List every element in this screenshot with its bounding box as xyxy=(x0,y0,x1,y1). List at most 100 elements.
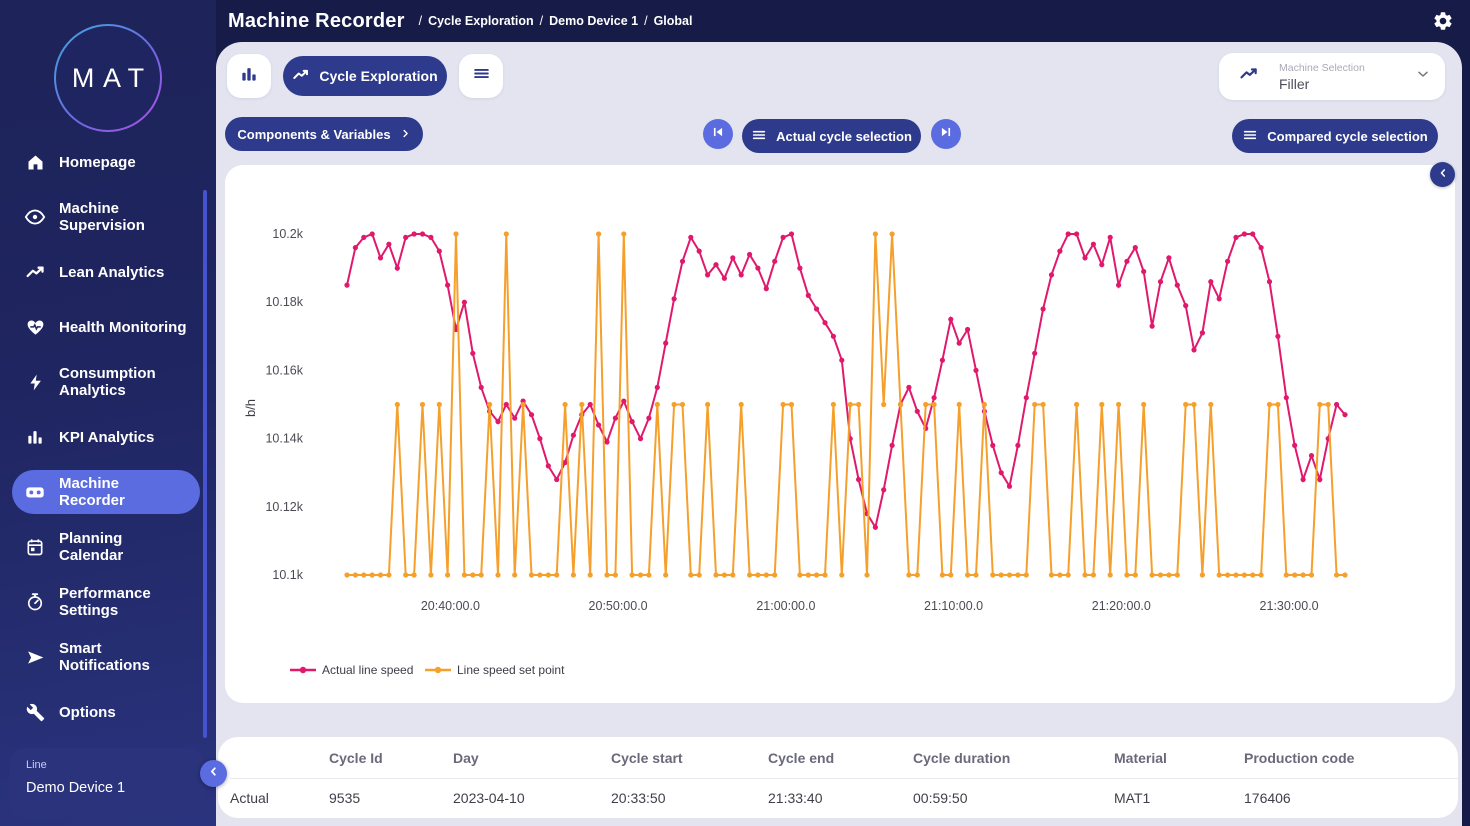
heart-pulse-icon xyxy=(24,317,46,338)
svg-text:21:00:00.0: 21:00:00.0 xyxy=(756,599,815,613)
table-header-cycle-duration: Cycle duration xyxy=(913,750,1114,766)
day-value: 2023-04-10 xyxy=(453,790,611,806)
breadcrumb-separator: / xyxy=(644,14,647,28)
hamburger-icon xyxy=(751,127,767,146)
settings-gear-icon[interactable] xyxy=(1432,10,1454,32)
sidebar-item-smart-notifications[interactable]: Smart Notifications xyxy=(12,635,200,679)
sidebar-item-label: Lean Analytics xyxy=(59,264,164,281)
skip-next-icon xyxy=(939,125,953,144)
sidebar-item-label: Options xyxy=(59,704,116,721)
actual-cycle-selection-label: Actual cycle selection xyxy=(776,129,912,144)
line-label: Line xyxy=(26,759,188,771)
send-icon xyxy=(24,647,46,668)
sidebar-item-performance-settings[interactable]: Performance Settings xyxy=(12,580,200,624)
svg-text:21:20:00.0: 21:20:00.0 xyxy=(1092,599,1151,613)
sidebar-item-label: Performance Settings xyxy=(59,585,188,619)
bar-chart-icon xyxy=(239,64,259,89)
svg-text:10.12k: 10.12k xyxy=(265,500,303,514)
table-header-production-code: Production code xyxy=(1244,750,1458,766)
sidebar-item-label: Machine Supervision xyxy=(59,200,188,234)
breadcrumb: / Cycle Exploration / Demo Device 1 / Gl… xyxy=(413,14,693,28)
table-header-cycle-end: Cycle end xyxy=(768,750,913,766)
sidebar-item-options[interactable]: Options xyxy=(12,690,200,734)
hamburger-icon xyxy=(472,64,491,88)
sidebar-item-label: Homepage xyxy=(59,154,136,171)
sidebar-item-label: Planning Calendar xyxy=(59,530,188,564)
svg-text:20:50:00.0: 20:50:00.0 xyxy=(589,599,648,613)
skip-previous-icon xyxy=(711,125,725,144)
svg-text:10.16k: 10.16k xyxy=(265,363,303,377)
sidebar: MAT Homepage Machine Supervision Lean An… xyxy=(0,0,216,826)
cycle-end-value: 21:33:40 xyxy=(768,790,913,806)
production-code-value: 176406 xyxy=(1244,790,1458,806)
sidebar-item-label: KPI Analytics xyxy=(59,429,154,446)
sidebar-scrollbar[interactable] xyxy=(203,190,207,738)
main-panel: Cycle Exploration Machine Selection Fill… xyxy=(216,42,1462,826)
wrench-icon xyxy=(24,703,46,722)
svg-text:Actual line speed: Actual line speed xyxy=(322,663,413,677)
app-logo: MAT xyxy=(54,24,162,132)
line-speed-chart[interactable]: 10.1k10.12k10.14k10.16k10.18k10.2k20:40:… xyxy=(225,165,1455,703)
cycle-duration-value: 00:59:50 xyxy=(913,790,1114,806)
sidebar-collapse-button[interactable] xyxy=(200,760,227,787)
svg-text:10.14k: 10.14k xyxy=(265,432,303,446)
sidebar-nav: Homepage Machine Supervision Lean Analyt… xyxy=(12,140,200,745)
table-header-cycle-start: Cycle start xyxy=(611,750,768,766)
components-variables-button[interactable]: Components & Variables xyxy=(225,117,423,151)
app-logo-text: MAT xyxy=(56,26,160,130)
chart-view-button[interactable] xyxy=(227,54,271,98)
trend-icon xyxy=(292,66,310,87)
chevron-left-icon xyxy=(207,765,220,783)
breadcrumb-item[interactable]: Global xyxy=(654,14,693,28)
svg-text:10.18k: 10.18k xyxy=(265,295,303,309)
svg-text:21:30:00.0: 21:30:00.0 xyxy=(1260,599,1319,613)
svg-text:10.2k: 10.2k xyxy=(272,227,303,241)
cycle-exploration-tab[interactable]: Cycle Exploration xyxy=(283,56,447,96)
menu-view-button[interactable] xyxy=(459,54,503,98)
cycle-id-value: 9535 xyxy=(329,790,453,806)
svg-text:b/h: b/h xyxy=(243,399,258,417)
cycle-exploration-label: Cycle Exploration xyxy=(319,68,437,84)
svg-text:20:40:00.0: 20:40:00.0 xyxy=(421,599,480,613)
svg-text:21:10:00.0: 21:10:00.0 xyxy=(924,599,983,613)
line-speed-chart-card: 10.1k10.12k10.14k10.16k10.18k10.2k20:40:… xyxy=(225,165,1455,703)
breadcrumb-separator: / xyxy=(540,14,543,28)
table-header-row: Cycle Id Day Cycle start Cycle end Cycle… xyxy=(230,737,1458,779)
page-title: Machine Recorder xyxy=(228,10,405,33)
sidebar-item-kpi-analytics[interactable]: KPI Analytics xyxy=(12,415,200,459)
table-header-cycle-id: Cycle Id xyxy=(329,750,453,766)
compared-cycle-selection-button[interactable]: Compared cycle selection xyxy=(1232,119,1438,153)
machine-selection-dropdown[interactable]: Machine Selection Filler xyxy=(1219,53,1445,100)
compared-cycle-selection-label: Compared cycle selection xyxy=(1267,129,1427,144)
table-row-actual[interactable]: Actual 9535 2023-04-10 20:33:50 21:33:40… xyxy=(230,779,1458,817)
sidebar-item-planning-calendar[interactable]: Planning Calendar xyxy=(12,525,200,569)
sidebar-item-machine-supervision[interactable]: Machine Supervision xyxy=(12,195,200,239)
chevron-down-icon xyxy=(1415,66,1431,87)
eye-icon xyxy=(24,206,46,228)
sidebar-item-health-monitoring[interactable]: Health Monitoring xyxy=(12,305,200,349)
sidebar-item-lean-analytics[interactable]: Lean Analytics xyxy=(12,250,200,294)
machine-selection-value: Filler xyxy=(1279,76,1415,92)
breadcrumb-item[interactable]: Demo Device 1 xyxy=(549,14,638,28)
svg-text:Line speed set point: Line speed set point xyxy=(457,663,565,677)
material-value: MAT1 xyxy=(1114,790,1244,806)
breadcrumb-item[interactable]: Cycle Exploration xyxy=(428,14,534,28)
components-variables-label: Components & Variables xyxy=(237,127,390,142)
line-device-selector[interactable]: Line Demo Device 1 xyxy=(10,748,204,818)
breadcrumb-separator: / xyxy=(419,14,422,28)
home-icon xyxy=(24,152,46,173)
hamburger-icon xyxy=(1242,127,1258,146)
gauge-icon xyxy=(24,592,46,612)
sidebar-item-consumption-analytics[interactable]: Consumption Analytics xyxy=(12,360,200,404)
top-header: Machine Recorder / Cycle Exploration / D… xyxy=(216,0,1470,42)
table-header-material: Material xyxy=(1114,750,1244,766)
chevron-right-icon xyxy=(400,127,411,142)
next-cycle-button[interactable] xyxy=(931,119,961,149)
actual-cycle-selection-button[interactable]: Actual cycle selection xyxy=(742,119,921,153)
sidebar-item-machine-recorder[interactable]: Machine Recorder xyxy=(12,470,200,514)
trend-icon xyxy=(1239,64,1259,89)
sidebar-item-label: Smart Notifications xyxy=(59,640,188,674)
sidebar-item-homepage[interactable]: Homepage xyxy=(12,140,200,184)
previous-cycle-button[interactable] xyxy=(703,119,733,149)
calendar-icon xyxy=(24,537,46,557)
